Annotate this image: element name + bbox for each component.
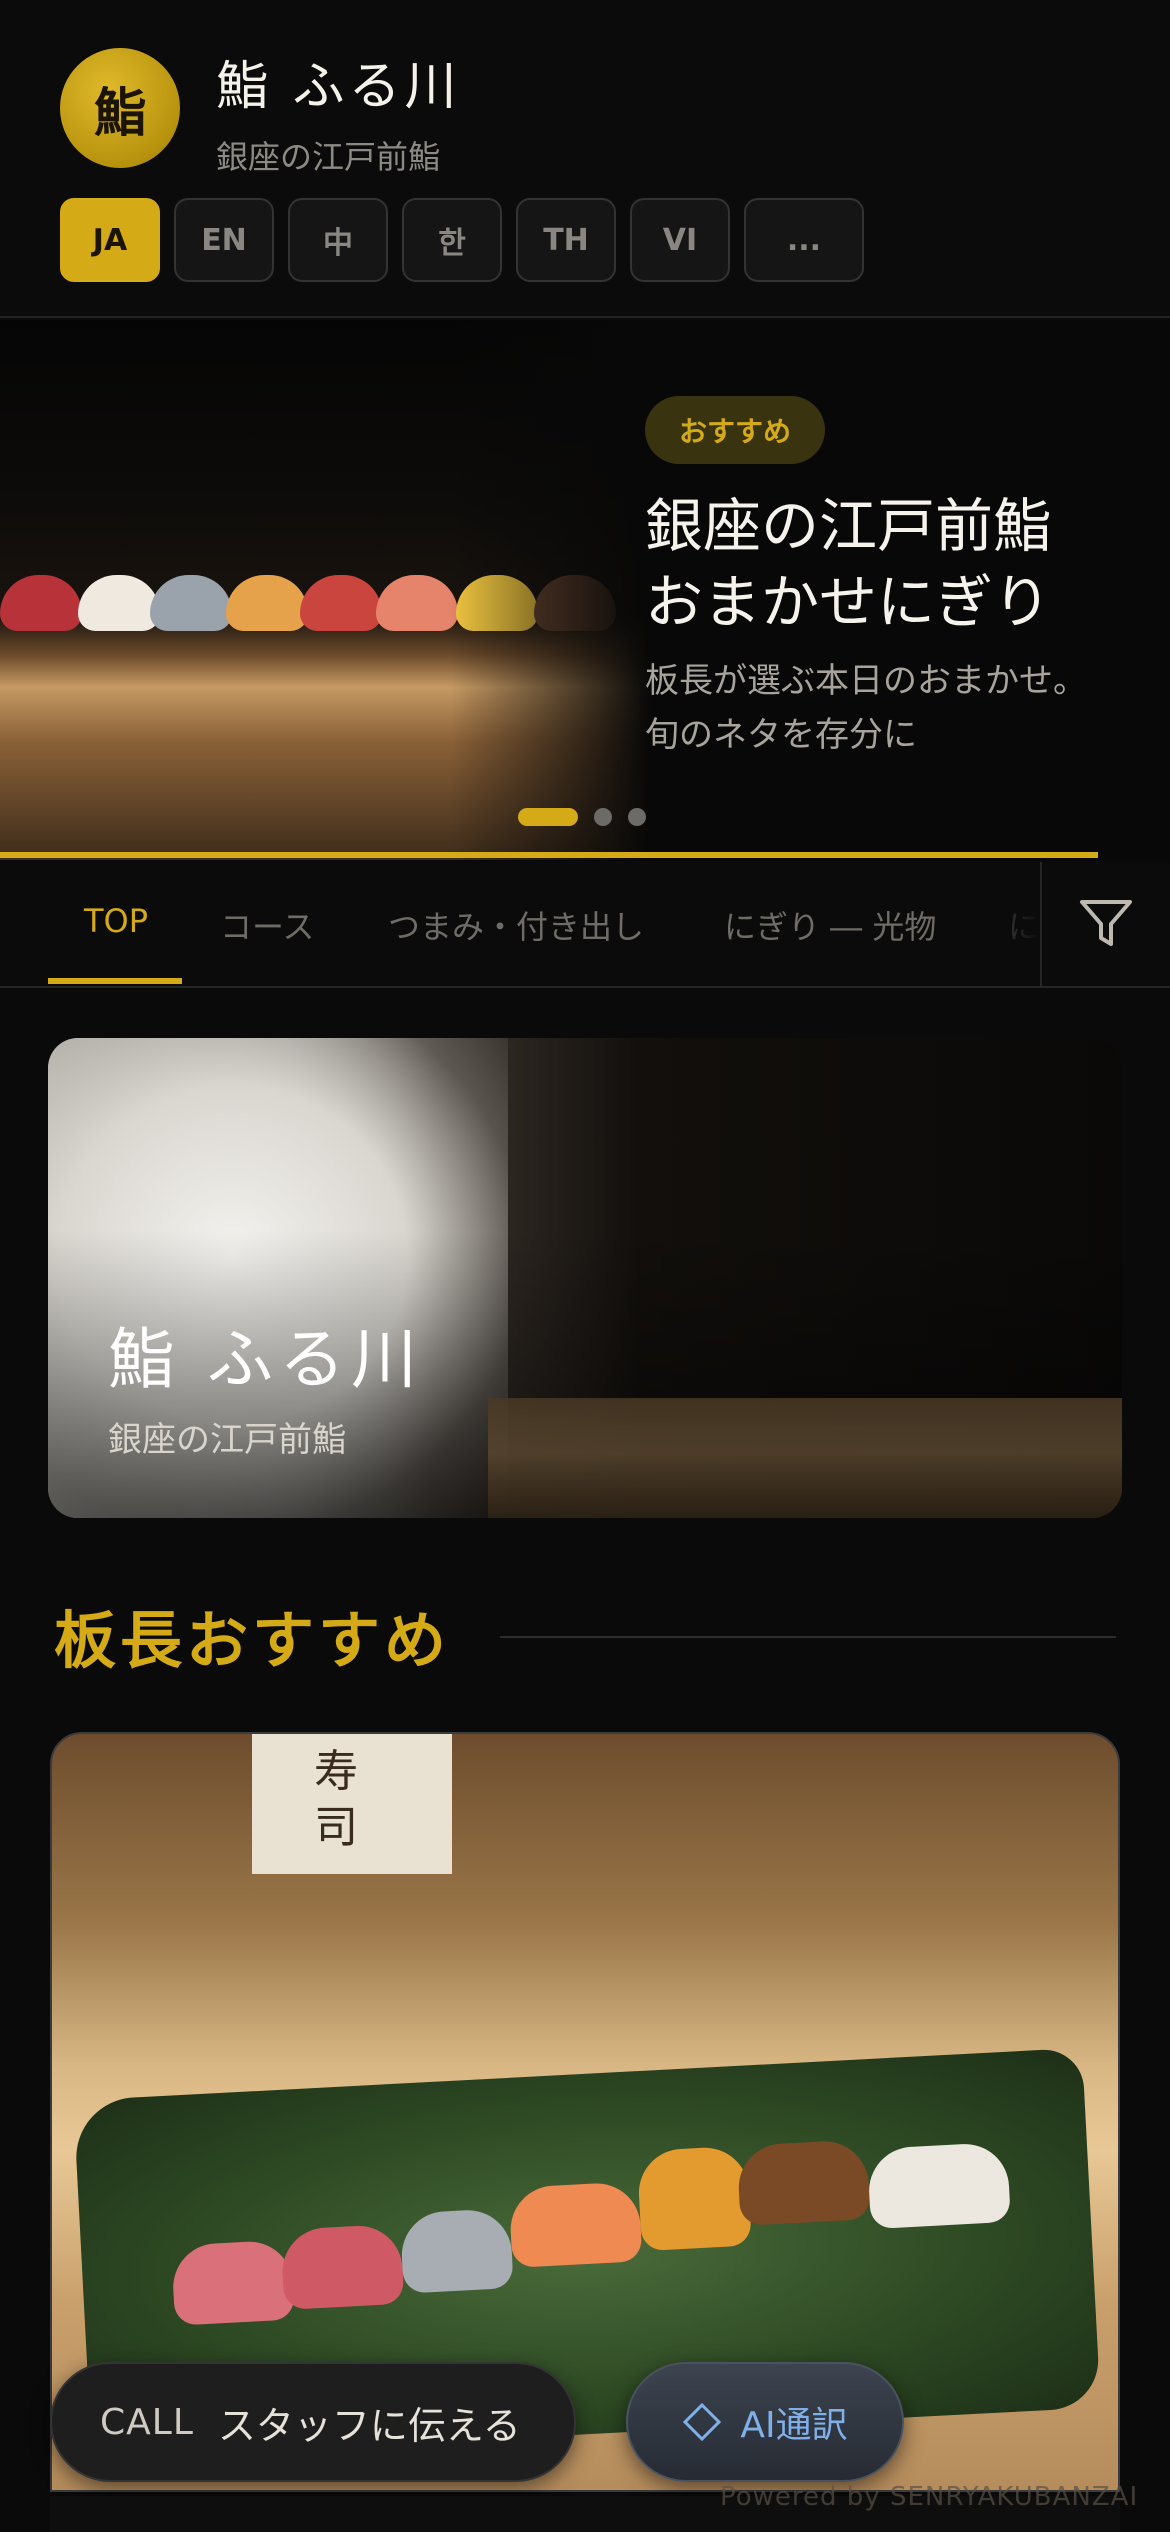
tab-top[interactable]: TOP bbox=[84, 902, 148, 940]
lang-button-vi[interactable]: VI bbox=[630, 198, 730, 282]
lang-button-ko[interactable]: 한 bbox=[402, 198, 502, 282]
hero-description: 板長が選ぶ本日のおまかせ。旬のネタを存分に bbox=[645, 661, 1087, 755]
carousel-dot-2[interactable] bbox=[594, 808, 612, 826]
noren-text: 寿司 bbox=[314, 1746, 358, 1853]
restaurant-subtitle: 銀座の江戸前鮨 bbox=[216, 138, 441, 176]
hero-title: 銀座の江戸前鮨 おまかせにぎり bbox=[645, 492, 1052, 636]
tab-nigiri-hikarimono[interactable]: にぎり ― 光物 bbox=[724, 902, 936, 948]
language-selector: JA EN 中 한 TH VI ... bbox=[60, 198, 864, 282]
carousel-progress-bar bbox=[0, 852, 1098, 858]
hero-carousel[interactable]: おすすめ 銀座の江戸前鮨 おまかせにぎり 板長が選ぶ本日のおまかせ。旬のネタを存… bbox=[0, 320, 1170, 860]
lang-button-zh[interactable]: 中 bbox=[288, 198, 388, 282]
restaurant-banner[interactable]: 鮨 ふる川 銀座の江戸前鮨 bbox=[48, 1038, 1122, 1518]
banner-subtitle: 銀座の江戸前鮨 bbox=[108, 1420, 346, 1460]
carousel-dot-1[interactable] bbox=[518, 808, 578, 826]
category-tabs: TOP コース つまみ・付き出し にぎり ― 光物 に bbox=[0, 862, 1170, 988]
call-label: CALL bbox=[100, 2401, 194, 2443]
lang-button-more[interactable]: ... bbox=[744, 198, 864, 282]
call-staff-button[interactable]: CALL スタッフに伝える bbox=[50, 2362, 576, 2482]
restaurant-logo: 鮨 bbox=[60, 48, 180, 168]
lang-button-ja[interactable]: JA bbox=[60, 198, 160, 282]
section-title: 板長おすすめ bbox=[54, 1604, 451, 1677]
hero-text: おすすめ 銀座の江戸前鮨 おまかせにぎり 板長が選ぶ本日のおまかせ。旬のネタを存… bbox=[645, 396, 1115, 762]
active-tab-indicator bbox=[48, 978, 182, 984]
diamond-icon bbox=[683, 2402, 722, 2442]
banner-title: 鮨 ふる川 bbox=[108, 1321, 423, 1398]
lang-button-en[interactable]: EN bbox=[174, 198, 274, 282]
ai-translate-label: AI通訳 bbox=[740, 2405, 848, 2446]
restaurant-name: 鮨 ふる川 bbox=[216, 57, 461, 117]
carousel-dot-3[interactable] bbox=[628, 808, 646, 826]
ai-translate-button[interactable]: AI通訳 bbox=[626, 2362, 904, 2482]
powered-by-text: Powered by SENRYAKUBANZAI bbox=[720, 2482, 1139, 2512]
noren-curtain-image: 寿司 bbox=[252, 1734, 452, 1874]
tab-course[interactable]: コース bbox=[220, 902, 314, 948]
filter-icon bbox=[1080, 900, 1132, 946]
lang-button-th[interactable]: TH bbox=[516, 198, 616, 282]
carousel-indicator bbox=[518, 808, 646, 826]
hero-image bbox=[0, 320, 650, 860]
app-header: 鮨 鮨 ふる川 銀座の江戸前鮨 JA EN 中 한 TH VI ... bbox=[0, 0, 1170, 318]
filter-button[interactable] bbox=[1040, 862, 1170, 986]
recommended-badge: おすすめ bbox=[645, 396, 826, 464]
tab-appetizers[interactable]: つまみ・付き出し bbox=[388, 902, 644, 948]
call-staff-text: スタッフに伝える bbox=[217, 2403, 521, 2448]
logo-char: 鮨 bbox=[93, 82, 146, 144]
section-divider bbox=[500, 1636, 1116, 1638]
